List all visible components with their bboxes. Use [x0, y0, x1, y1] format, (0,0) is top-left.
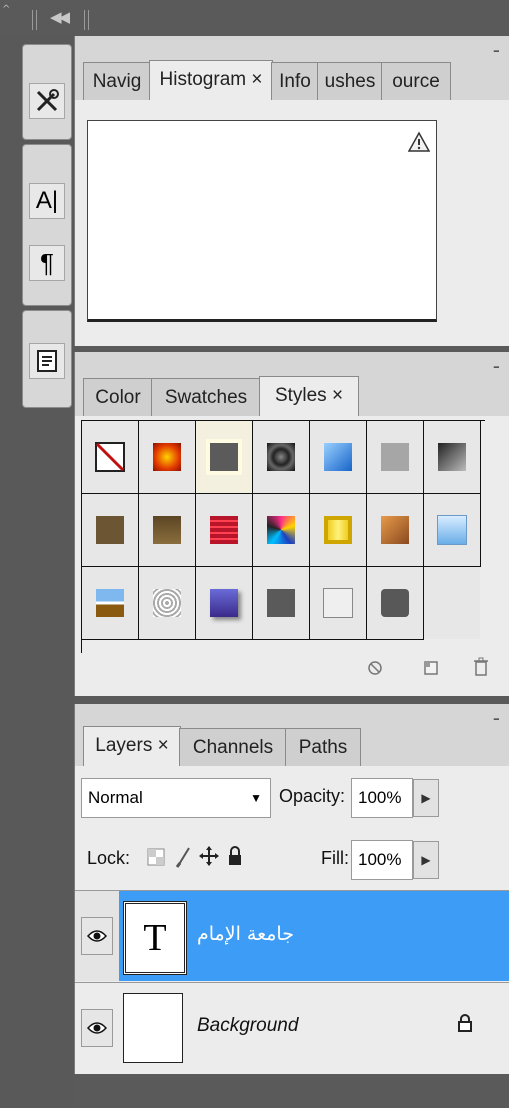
style-swatch[interactable] — [196, 494, 253, 567]
style-swatch[interactable] — [82, 567, 139, 640]
text-layer-thumbnail: T — [123, 901, 187, 975]
style-swatch[interactable] — [310, 494, 367, 567]
panel-dock-top-bar — [0, 0, 509, 34]
layers-body: Normal ▼ Opacity: 100% ▶ Lock: Fill: 100… — [75, 766, 509, 1074]
lock-position-icon[interactable] — [199, 846, 219, 870]
style-swatch[interactable] — [196, 421, 253, 494]
tab-color[interactable]: Color — [83, 378, 153, 417]
fill-slider-button[interactable]: ▶ — [413, 841, 439, 879]
fill-label: Fill: — [321, 848, 349, 868]
dock-group-type: A| ¶ — [22, 144, 72, 306]
style-swatch[interactable] — [424, 421, 481, 494]
dock-group-notes — [22, 310, 72, 408]
double-chevron-left-icon[interactable]: ◀◀ — [50, 8, 70, 26]
style-swatch[interactable] — [424, 494, 481, 567]
tab-info[interactable]: Info — [271, 62, 319, 101]
dock-grip[interactable] — [32, 10, 37, 30]
lock-pixels-icon[interactable] — [175, 846, 193, 872]
paragraph-panel-button[interactable]: ¶ — [29, 245, 65, 281]
style-swatch[interactable] — [253, 421, 310, 494]
tab-channels[interactable]: Channels — [179, 728, 287, 767]
style-empty-slot — [424, 567, 480, 639]
chevron-down-icon: ▼ — [250, 791, 262, 805]
eye-icon[interactable] — [81, 1009, 113, 1047]
notes-icon[interactable] — [29, 343, 65, 379]
blend-mode-select[interactable]: Normal ▼ — [81, 778, 271, 818]
lock-transparency-icon[interactable] — [147, 848, 165, 870]
tab-brushes[interactable]: ushes — [317, 62, 383, 101]
dock-group-tools — [22, 44, 72, 140]
fill-input[interactable]: 100% — [351, 840, 413, 880]
character-glyph: A| — [35, 187, 59, 214]
scroll-up-icon[interactable]: ^ — [2, 4, 10, 15]
opacity-input[interactable]: 100% — [351, 778, 413, 818]
panel-menu-icon[interactable]: - — [493, 38, 500, 62]
opacity-label: Opacity: — [279, 786, 346, 806]
lock-all-icon[interactable] — [227, 846, 243, 870]
tools-icon[interactable] — [29, 83, 65, 119]
tab-histogram[interactable]: Histogram × — [149, 60, 273, 101]
paragraph-glyph: ¶ — [40, 247, 54, 278]
panel-menu-icon[interactable]: - — [493, 354, 500, 378]
tab-swatches[interactable]: Swatches — [151, 378, 261, 417]
new-style-icon[interactable] — [421, 658, 441, 682]
style-swatch[interactable] — [253, 567, 310, 640]
lock-label: Lock: — [87, 848, 131, 868]
style-swatch[interactable] — [82, 494, 139, 567]
layer-name[interactable]: Background — [197, 1015, 298, 1037]
style-swatch[interactable] — [139, 421, 196, 494]
style-swatch[interactable] — [196, 567, 253, 640]
panel-menu-icon[interactable]: - — [493, 706, 500, 730]
histogram-body — [75, 100, 509, 346]
clear-style-icon[interactable] — [365, 658, 385, 682]
style-swatch[interactable] — [253, 494, 310, 567]
styles-grid — [81, 420, 485, 653]
eye-icon[interactable] — [81, 917, 113, 955]
tab-layers[interactable]: Layers × — [83, 726, 181, 767]
background-layer-thumbnail — [123, 993, 183, 1063]
histogram-graph — [87, 120, 437, 322]
tab-clone-source[interactable]: ource — [381, 62, 451, 101]
dock-grip-right[interactable] — [84, 10, 89, 30]
histogram-panel: - Navig Histogram × Info ushes ource — [74, 36, 509, 346]
style-swatch[interactable] — [367, 494, 424, 567]
opacity-slider-button[interactable]: ▶ — [413, 779, 439, 817]
tab-paths[interactable]: Paths — [285, 728, 361, 767]
layers-panel: - Layers × Channels Paths Normal ▼ Opaci… — [74, 704, 509, 1074]
tab-styles[interactable]: Styles × — [259, 376, 359, 417]
trash-icon[interactable] — [471, 656, 491, 682]
style-swatch[interactable] — [310, 567, 367, 640]
styles-body — [75, 416, 509, 696]
style-swatch[interactable] — [139, 494, 196, 567]
style-swatch[interactable] — [310, 421, 367, 494]
tab-navigator[interactable]: Navig — [83, 62, 151, 101]
style-swatch[interactable] — [367, 567, 424, 640]
warning-icon[interactable] — [407, 131, 431, 157]
layer-row-text[interactable]: T جامعة الإمام — [75, 890, 509, 981]
text-layer-glyph: T — [143, 917, 167, 959]
styles-panel: - Color Swatches Styles × — [74, 352, 509, 696]
style-none[interactable] — [82, 421, 139, 494]
style-swatch[interactable] — [367, 421, 424, 494]
character-panel-button[interactable]: A| — [29, 183, 65, 219]
style-swatch[interactable] — [139, 567, 196, 640]
lock-icon — [457, 1013, 473, 1037]
blend-mode-value: Normal — [88, 788, 143, 807]
layer-row-background[interactable]: Background — [75, 982, 509, 1073]
layer-name[interactable]: جامعة الإمام — [197, 923, 294, 945]
